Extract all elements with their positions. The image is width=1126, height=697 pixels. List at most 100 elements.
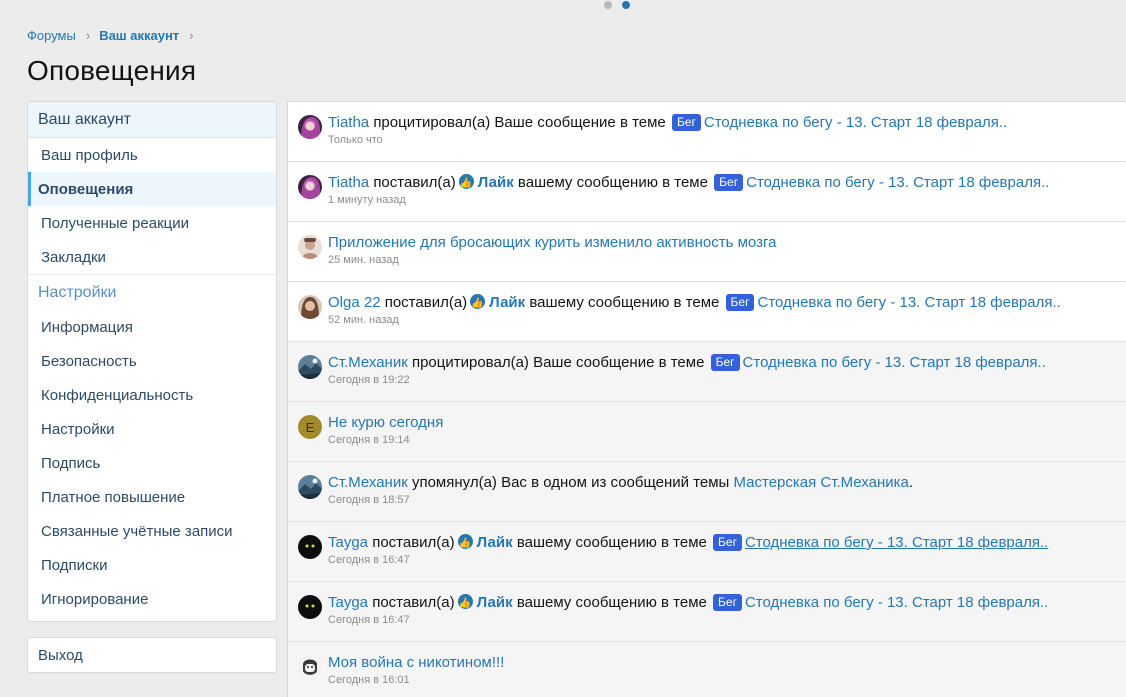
thread-link[interactable]: Стодневка по бегу - 13. Старт 18 февраля… [743,354,1046,371]
alert-text: Tiatha поставил(а) Лайк вашему сообщению … [328,172,1116,195]
alert-row[interactable]: Ст.Механик процитировал(а) Ваше сообщени… [288,342,1126,402]
sidebar-settings-item[interactable]: Безопасность [28,344,276,378]
breadcrumb-account[interactable]: Ваш аккаунт [99,28,179,43]
alert-username[interactable]: Ст.Механик [328,354,408,371]
thread-prefix-tag[interactable]: Бег [710,354,740,371]
alert-text: Ст.Механик упомянул(а) Вас в одном из со… [328,472,1116,494]
thumbs-up-icon [457,593,473,615]
alert-action: процитировал(а) Ваше сообщение в теме [411,354,705,371]
avatar[interactable] [298,235,322,259]
thread-link[interactable]: Стодневка по бегу - 13. Старт 18 февраля… [745,594,1048,611]
sidebar-item[interactable]: Ваш профиль [28,138,276,172]
alert-suffix: . [908,474,914,491]
alert-title-link[interactable]: Не курю сегодня [328,414,443,431]
alert-username[interactable]: Tayga [328,534,368,551]
sidebar-settings-item[interactable]: Подпись [28,446,276,480]
sidebar-settings-item[interactable]: Игнорирование [28,582,276,616]
thread-prefix-tag[interactable]: Бег [713,594,742,611]
page-title: Оповещения [27,55,197,86]
alert-text: Не курю сегодня [328,412,1116,434]
alert-text: Tiatha процитировал(а) Ваше сообщение в … [328,112,1116,134]
alert-row[interactable]: Tayga поставил(а) Лайк вашему сообщению в… [288,522,1126,582]
sidebar-settings-item[interactable]: Информация [28,310,276,344]
thread-link[interactable]: Стодневка по бегу - 13. Старт 18 февраля… [757,294,1060,311]
alert-text: Приложение для бросающих курить изменило… [328,232,1116,254]
alert-action: упомянул(а) Вас в одном из сообщений тем… [411,474,730,491]
breadcrumb-forums[interactable]: Форумы [27,28,76,43]
avatar[interactable] [298,355,322,379]
alert-row[interactable]: Моя война с никотином!!! Сегодня в 16:01 [288,642,1126,697]
thread-prefix-tag[interactable]: Бег [725,294,755,311]
like-label: Лайк [476,534,513,551]
sidebar-item[interactable]: Полученные реакции [28,206,276,240]
avatar[interactable] [298,655,322,679]
sidebar-item[interactable]: Оповещения [28,172,276,206]
sidebar-settings-item[interactable]: Настройки [28,412,276,446]
alert-timestamp: Сегодня в 19:22 [328,374,410,386]
sidebar-settings-item[interactable]: Конфиденциальность [28,378,276,412]
avatar[interactable] [298,175,322,199]
alert-row[interactable]: Tiatha процитировал(а) Ваше сообщение в … [288,102,1126,162]
alert-username[interactable]: Tiatha [328,174,369,191]
thumbs-up-icon [457,533,473,555]
alert-text: Моя война с никотином!!! [328,652,1116,674]
thread-link[interactable]: Стодневка по бегу - 13. Старт 18 февраля… [745,534,1048,551]
carousel-dot[interactable] [604,1,612,9]
sidebar-item[interactable]: Закладки [28,240,276,274]
alert-text: Tayga поставил(а) Лайк вашему сообщению в… [328,592,1116,615]
alert-row[interactable]: Ст.Механик упомянул(а) Вас в одном из со… [288,462,1126,522]
breadcrumb: Форумы › Ваш аккаунт › [27,28,203,43]
sidebar-settings-item[interactable]: Подписки [28,548,276,582]
avatar[interactable] [298,475,322,499]
thumbs-up-icon [470,293,486,315]
alert-username[interactable]: Ст.Механик [328,474,408,491]
alert-username[interactable]: Tayga [328,594,368,611]
avatar[interactable]: E [298,415,322,439]
alert-row[interactable]: Tiatha поставил(а) Лайк вашему сообщению … [288,162,1126,222]
alert-title-link[interactable]: Приложение для бросающих курить изменило… [328,234,776,251]
alert-action: поставил(а) [372,534,455,551]
logout-button[interactable]: Выход [27,637,277,673]
alert-username[interactable]: Tiatha [328,114,369,131]
sidebar-header: Ваш аккаунт [28,102,276,138]
alert-text: Tayga поставил(а) Лайк вашему сообщению в… [328,532,1116,555]
alert-timestamp: Сегодня в 18:57 [328,494,410,506]
alert-action-2: вашему сообщению в теме [516,534,707,551]
thread-prefix-tag[interactable]: Бег [714,174,744,191]
avatar[interactable] [298,535,322,559]
like-label: Лайк [476,594,513,611]
thumbs-up-icon [458,173,474,195]
alert-row[interactable]: E Не курю сегодня Сегодня в 19:14 [288,402,1126,462]
thread-link[interactable]: Мастерская Ст.Механика [734,474,909,491]
alert-action: поставил(а) [384,294,468,311]
alert-row[interactable]: Приложение для бросающих курить изменило… [288,222,1126,282]
alerts-list: Tiatha процитировал(а) Ваше сообщение в … [287,101,1126,697]
alert-action-2: вашему сообщению в теме [516,594,707,611]
like-label: Лайк [489,294,526,311]
avatar-letter: E [305,419,315,435]
alert-timestamp: Сегодня в 19:14 [328,434,410,446]
alert-action-2: вашему сообщению в теме [529,294,720,311]
thread-link[interactable]: Стодневка по бегу - 13. Старт 18 февраля… [704,114,1007,131]
sidebar-settings-item[interactable]: Платное повышение [28,480,276,514]
alert-title-link[interactable]: Моя война с никотином!!! [328,654,504,671]
thread-prefix-tag[interactable]: Бег [671,114,701,131]
alert-row[interactable]: Tayga поставил(а) Лайк вашему сообщению в… [288,582,1126,642]
avatar[interactable] [298,295,322,319]
alert-timestamp: 52 мин. назад [328,314,399,326]
alert-username[interactable]: Olga 22 [328,294,381,311]
alert-action: поставил(а) [373,174,456,191]
alert-action: процитировал(а) Ваше сообщение в теме [373,114,666,131]
alert-row[interactable]: Olga 22 поставил(а) Лайк вашему сообщению… [288,282,1126,342]
alert-timestamp: Сегодня в 16:47 [328,614,410,626]
alert-timestamp: Сегодня в 16:01 [328,674,410,686]
carousel-dots [604,1,630,9]
thread-prefix-tag[interactable]: Бег [713,534,742,551]
avatar[interactable] [298,115,322,139]
alert-timestamp: 25 мин. назад [328,254,399,266]
carousel-dot-active[interactable] [622,1,630,9]
sidebar-settings-item[interactable]: Связанные учётные записи [28,514,276,548]
avatar[interactable] [298,595,322,619]
thread-link[interactable]: Стодневка по бегу - 13. Старт 18 февраля… [746,174,1049,191]
chevron-right-icon: › [189,28,194,43]
